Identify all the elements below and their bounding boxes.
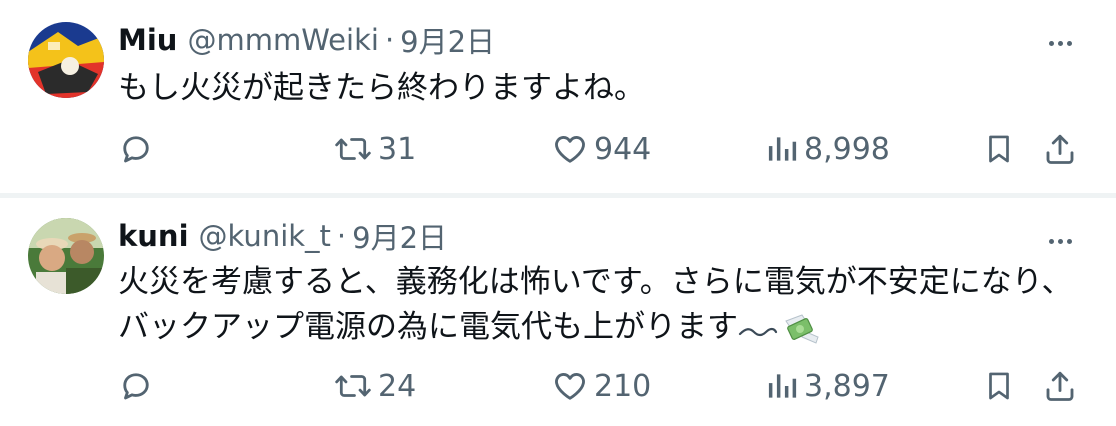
action-bar: 24 210 3,897 [0,364,1116,408]
retweet-count: 24 [378,368,417,404]
more-icon[interactable] [1038,226,1082,256]
tweet-header: kuni @kunik_t · 9月2日 [118,216,447,256]
wavy-dash-emoji [738,327,778,336]
share-button[interactable] [1042,364,1078,408]
tweet[interactable]: Miu @mmmWeiki · 9月2日 もし火災が起きたら終わりますよね。 3… [0,0,1116,193]
view-count: 3,897 [804,368,890,404]
reply-button[interactable] [118,364,160,408]
tweet-text-line: 火災を考慮すると、義務化は怖いです。さらに電気が不安定になり、 [118,264,1073,300]
tweet-text-line-content: バックアップ電源の為に電気代も上がります [118,309,738,345]
like-button[interactable]: 210 [552,364,651,408]
avatar-image [28,22,104,98]
views-icon [768,374,797,398]
like-count: 944 [594,131,652,167]
avatar-image [28,218,104,294]
share-icon [1046,134,1074,164]
views-button[interactable]: 3,897 [766,364,890,408]
retweet-button[interactable]: 24 [334,364,416,408]
tweet-text: もし火災が起きたら終わりますよね。 [118,66,645,111]
separator-dot: · [336,219,347,253]
bookmark-icon [989,372,1009,400]
tweet[interactable]: kuni @kunik_t · 9月2日 火災を考慮すると、義務化は怖いです。さ… [0,198,1116,426]
more-icon[interactable] [1038,28,1082,58]
user-handle[interactable]: @mmmWeiki [187,23,378,57]
tweet-header: Miu @mmmWeiki · 9月2日 [118,20,495,60]
retweet-icon [335,138,371,160]
reply-icon [123,373,149,400]
like-button[interactable]: 944 [552,127,651,171]
bookmark-button[interactable] [982,364,1016,408]
heart-icon [555,136,585,163]
tweet-text-line: バックアップ電源の為に電気代も上がります [118,305,1073,350]
money-with-wings-emoji [785,313,819,344]
action-bar: 31 944 8,998 [0,127,1116,171]
text-emoji-group [738,311,820,347]
share-icon [1046,371,1074,401]
retweet-button[interactable]: 31 [334,127,416,171]
retweet-icon [335,375,371,397]
avatar[interactable] [28,22,104,98]
display-name[interactable]: Miu [118,23,177,57]
tweet-text: 火災を考慮すると、義務化は怖いです。さらに電気が不安定になり、 バックアップ電源… [118,260,1073,350]
user-handle[interactable]: @kunik_t [199,219,331,253]
views-icon [768,137,797,161]
reply-icon [123,136,149,163]
separator-dot: · [384,23,395,57]
view-count: 8,998 [804,131,890,167]
views-button[interactable]: 8,998 [766,127,890,171]
timestamp[interactable]: 9月2日 [400,19,495,61]
avatar[interactable] [28,218,104,294]
retweet-count: 31 [378,131,417,167]
bookmark-icon [989,135,1009,163]
share-button[interactable] [1042,127,1078,171]
like-count: 210 [594,368,652,404]
heart-icon [555,373,585,400]
reply-button[interactable] [118,127,160,171]
tweet-text-line: もし火災が起きたら終わりますよね。 [118,70,645,106]
timestamp[interactable]: 9月2日 [352,215,447,257]
bookmark-button[interactable] [982,127,1016,171]
display-name[interactable]: kuni [118,219,189,253]
